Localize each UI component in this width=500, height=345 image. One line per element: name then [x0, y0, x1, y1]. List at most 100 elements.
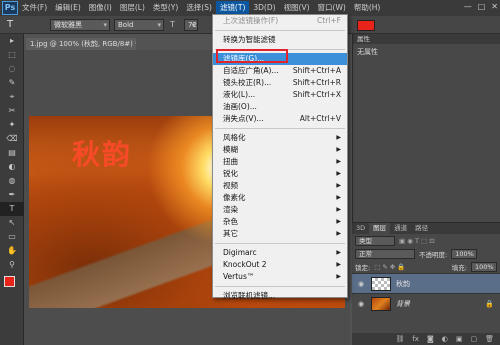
- menu-edit[interactable]: 编辑(E): [51, 1, 85, 15]
- filter-menu-item[interactable]: 其它 ▶: [213, 228, 347, 240]
- layers-panel-footer: ⛓ fx ◙ ◐ ▣ ▢ 🗑: [352, 333, 500, 345]
- font-family-select[interactable]: 微软雅黑: [50, 18, 110, 31]
- gradient-tool-icon[interactable]: ▤: [0, 146, 24, 160]
- filter-menu-item[interactable]: 锐化 ▶: [213, 168, 347, 180]
- submenu-arrow-icon: ▶: [336, 206, 341, 213]
- highlight-annotation-box: [216, 49, 288, 63]
- minimize-icon[interactable]: —: [464, 2, 472, 11]
- menu-layer[interactable]: 图层(L): [116, 1, 149, 15]
- filter-menu-item-shortcut: Shift+Ctrl+R: [292, 78, 341, 87]
- font-size-select[interactable]: 72: [184, 18, 198, 31]
- mask-icon[interactable]: ◙: [427, 335, 434, 343]
- type-tool-icon[interactable]: T: [0, 19, 20, 30]
- hand-tool-icon[interactable]: ✋: [0, 244, 24, 258]
- menu-image[interactable]: 图像(I): [85, 1, 116, 15]
- filter-menu-item-label: 模糊: [223, 145, 238, 154]
- submenu-arrow-icon: ▶: [336, 273, 341, 280]
- filter-menu-item[interactable]: 视频 ▶: [213, 180, 347, 192]
- document-tab[interactable]: 1.jpg @ 100% (秋韵, RGB/8#) *: [26, 38, 136, 50]
- filter-menu-item[interactable]: 扭曲 ▶: [213, 156, 347, 168]
- filter-menu-item[interactable]: 渲染 ▶: [213, 204, 347, 216]
- fx-icon[interactable]: fx: [412, 335, 419, 343]
- tab-3d[interactable]: 3D: [352, 223, 369, 234]
- lock-icons[interactable]: ⬚ ✎ ✥ 🔒: [374, 263, 405, 271]
- crop-tool-icon[interactable]: ⌖: [0, 90, 24, 104]
- filter-menu-item[interactable]: 杂色 ▶: [213, 216, 347, 228]
- filter-menu-item-shortcut: Alt+Ctrl+V: [299, 114, 341, 123]
- filter-menu-item[interactable]: 镜头校正(R)... Shift+Ctrl+R: [213, 77, 347, 89]
- shape-tool-icon[interactable]: ▭: [0, 230, 24, 244]
- group-icon[interactable]: ▣: [456, 335, 463, 343]
- new-layer-icon[interactable]: ▢: [470, 335, 477, 343]
- filter-menu-item-label: 风格化: [223, 133, 246, 142]
- filter-menu-item-label: 杂色: [223, 217, 238, 226]
- menu-help[interactable]: 帮助(H): [350, 1, 385, 15]
- opacity-input[interactable]: 100%: [451, 248, 478, 259]
- menu-select[interactable]: 选择(S): [182, 1, 216, 15]
- filter-menu-item[interactable]: KnockOut 2 ▶: [213, 259, 347, 271]
- menu-filter[interactable]: 滤镜(T): [215, 1, 250, 15]
- filter-menu-item-label: 视频: [223, 181, 238, 190]
- filter-menu-item[interactable]: 像素化 ▶: [213, 192, 347, 204]
- filter-menu-item[interactable]: Vertus™ ▶: [213, 271, 347, 283]
- color-swatches[interactable]: [0, 276, 23, 298]
- eraser-tool-icon[interactable]: ⌫: [0, 132, 24, 146]
- menu-3d[interactable]: 3D(D): [249, 1, 279, 15]
- foreground-color-icon[interactable]: [4, 276, 15, 287]
- font-style-select[interactable]: Bold: [114, 18, 164, 31]
- menu-separator: [215, 243, 345, 244]
- lock-row: 锁定: ⬚ ✎ ✥ 🔒 填充: 100%: [352, 260, 500, 273]
- tab-layers[interactable]: 图层: [369, 223, 391, 234]
- submenu-arrow-icon: ▶: [336, 158, 341, 165]
- layer-background[interactable]: ◉ 背景 🔒: [352, 293, 500, 313]
- layer-filter-select[interactable]: 类型: [355, 235, 395, 246]
- blend-mode-select[interactable]: 正常: [355, 248, 415, 259]
- maximize-icon[interactable]: □: [478, 2, 486, 11]
- layer-thumbnail: [371, 276, 391, 291]
- menu-separator: [215, 286, 345, 287]
- menu-type[interactable]: 类型(Y): [149, 1, 182, 15]
- filter-menu-item[interactable]: 自适应广角(A)... Shift+Ctrl+A: [213, 65, 347, 77]
- filter-icons[interactable]: ▣ ◉ T ⬚ ⊡: [399, 237, 435, 245]
- lasso-tool-icon[interactable]: ◌: [0, 62, 24, 76]
- filter-menu-item[interactable]: 消失点(V)... Alt+Ctrl+V: [213, 113, 347, 125]
- fill-input[interactable]: 100%: [471, 261, 497, 272]
- filter-menu-item-label: 液化(L)...: [223, 90, 256, 99]
- move-tool-icon[interactable]: ▸: [0, 34, 24, 48]
- blur-tool-icon[interactable]: ◍: [0, 174, 24, 188]
- tab-paths[interactable]: 路径: [411, 223, 432, 234]
- close-icon[interactable]: ✕: [491, 2, 498, 11]
- filter-menu-item[interactable]: 模糊 ▶: [213, 144, 347, 156]
- filter-menu-item[interactable]: 风格化 ▶: [213, 132, 347, 144]
- text-color-swatch[interactable]: [357, 20, 375, 31]
- zoom-tool-icon[interactable]: ⚲: [0, 258, 24, 272]
- layer-text[interactable]: ◉ 秋韵: [352, 273, 500, 293]
- menu-window[interactable]: 窗口(W): [314, 1, 350, 15]
- font-size-icon: T: [170, 20, 175, 29]
- eyedropper-tool-icon[interactable]: ✂: [0, 104, 24, 118]
- pen-tool-icon[interactable]: ✒: [0, 188, 24, 202]
- link-icon[interactable]: ⛓: [395, 335, 404, 343]
- type-tool-icon[interactable]: T: [0, 202, 24, 216]
- submenu-arrow-icon: ▶: [336, 182, 341, 189]
- canvas-title-text[interactable]: 秋韵: [72, 133, 132, 173]
- dodge-tool-icon[interactable]: ◐: [0, 160, 24, 174]
- filter-menu-item-label: 消失点(V)...: [223, 114, 264, 123]
- filter-menu-item[interactable]: 油画(O)...: [213, 101, 347, 113]
- trash-icon[interactable]: 🗑: [485, 335, 494, 343]
- healing-tool-icon[interactable]: ✦: [0, 118, 24, 132]
- tab-channels[interactable]: 通道: [390, 223, 411, 234]
- filter-menu-item[interactable]: 液化(L)... Shift+Ctrl+X: [213, 89, 347, 101]
- quick-select-tool-icon[interactable]: ✎: [0, 76, 24, 90]
- filter-menu-item[interactable]: 浏览联机滤镜...: [213, 290, 347, 302]
- filter-menu-item[interactable]: Digimarc ▶: [213, 247, 347, 259]
- visibility-eye-icon[interactable]: ◉: [356, 280, 366, 288]
- filter-menu-item-label: 锐化: [223, 169, 238, 178]
- marquee-tool-icon[interactable]: ⬚: [0, 48, 24, 62]
- filter-menu-item[interactable]: 转换为智能滤镜: [213, 34, 347, 46]
- menu-view[interactable]: 视图(V): [280, 1, 314, 15]
- adjustment-icon[interactable]: ◐: [442, 335, 448, 343]
- visibility-eye-icon[interactable]: ◉: [356, 300, 366, 308]
- menu-file[interactable]: 文件(F): [18, 1, 51, 15]
- path-select-tool-icon[interactable]: ↖: [0, 216, 24, 230]
